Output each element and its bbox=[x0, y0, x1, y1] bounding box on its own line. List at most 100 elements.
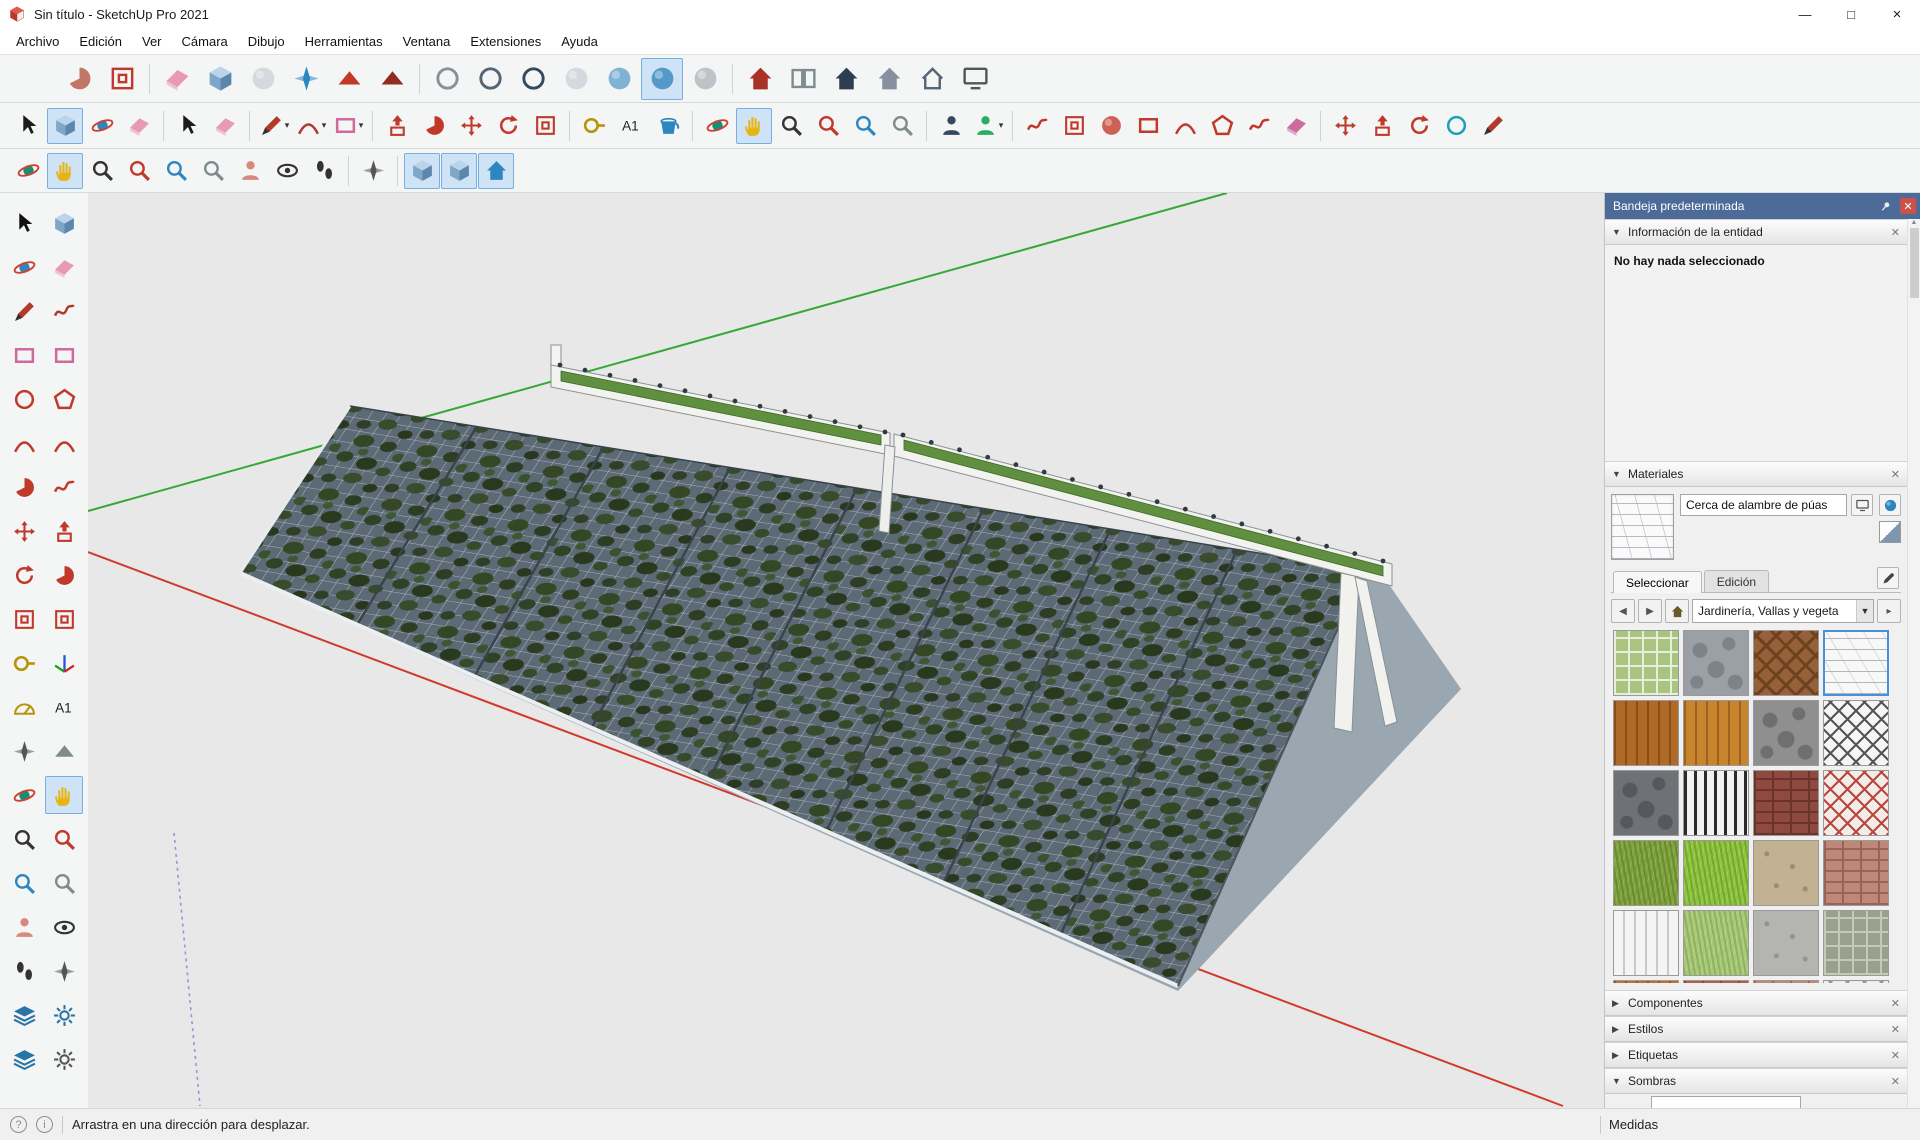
warehouse-tool[interactable] bbox=[739, 58, 781, 100]
lt-tape-measure-tool[interactable] bbox=[5, 644, 43, 682]
lt-polygon-tool[interactable] bbox=[45, 380, 83, 418]
text-tool[interactable] bbox=[613, 108, 649, 144]
material-swatch[interactable] bbox=[1753, 770, 1819, 836]
material-swatch[interactable] bbox=[1683, 770, 1749, 836]
lt-position-camera-tool[interactable] bbox=[5, 908, 43, 946]
material-swatch[interactable] bbox=[1683, 980, 1749, 983]
face-style-shaded-textures[interactable] bbox=[641, 58, 683, 100]
close-button[interactable]: × bbox=[1874, 0, 1920, 28]
material-swatch[interactable] bbox=[1613, 700, 1679, 766]
forward-button[interactable]: ▶ bbox=[1638, 599, 1662, 623]
pan-tool[interactable] bbox=[736, 108, 772, 144]
back-button[interactable]: ◀ bbox=[1611, 599, 1635, 623]
section-header-etiquetas[interactable]: ▶ Etiquetas ✕ bbox=[1605, 1042, 1907, 1068]
select-tool-2[interactable] bbox=[170, 108, 206, 144]
shape-tool[interactable]: ▾ bbox=[330, 108, 366, 144]
plugin-eraser-tool[interactable] bbox=[156, 58, 198, 100]
nav-zoom-extents-tool[interactable] bbox=[158, 153, 194, 189]
plugin-prism-tool[interactable] bbox=[199, 58, 241, 100]
collapse-arrow-icon[interactable]: ▼ bbox=[1612, 227, 1622, 237]
face-style-back-edges[interactable] bbox=[469, 58, 511, 100]
lt-axes-tool[interactable] bbox=[45, 644, 83, 682]
material-swatch[interactable] bbox=[1613, 980, 1679, 983]
nav-zoom-window-tool[interactable] bbox=[121, 153, 157, 189]
sandbox-scratch-tool[interactable] bbox=[1056, 108, 1092, 144]
material-swatch[interactable] bbox=[1683, 840, 1749, 906]
section-close-icon[interactable]: ✕ bbox=[1891, 1023, 1900, 1036]
expand-arrow-icon[interactable]: ▶ bbox=[1612, 998, 1622, 1009]
material-swatch[interactable] bbox=[1753, 840, 1819, 906]
lt-walk-tool[interactable] bbox=[5, 952, 43, 990]
face-style-xray[interactable] bbox=[426, 58, 468, 100]
material-swatch[interactable] bbox=[1823, 840, 1889, 906]
lt-zoom-extents-tool[interactable] bbox=[5, 864, 43, 902]
material-swatch[interactable] bbox=[1683, 630, 1749, 696]
section-close-icon[interactable]: ✕ bbox=[1891, 1075, 1900, 1088]
style-sphere-tool[interactable] bbox=[84, 108, 120, 144]
house-outline-tool[interactable] bbox=[911, 58, 953, 100]
arc-tool[interactable]: ▾ bbox=[293, 108, 329, 144]
nav-position-camera-tool[interactable] bbox=[232, 153, 268, 189]
material-swatch[interactable] bbox=[1613, 910, 1679, 976]
face-style-hidden-line[interactable] bbox=[555, 58, 597, 100]
lt-two-point-arc-tool[interactable] bbox=[45, 424, 83, 462]
menu-edición[interactable]: Edición bbox=[69, 30, 132, 53]
lt-eraser-tool[interactable] bbox=[45, 248, 83, 286]
collapse-arrow-icon[interactable]: ▼ bbox=[1612, 469, 1622, 479]
lt-pie-tool[interactable] bbox=[5, 468, 43, 506]
nav-pan-tool[interactable] bbox=[47, 153, 83, 189]
section-header-componentes[interactable]: ▶ Componentes ✕ bbox=[1605, 990, 1907, 1016]
dropdown-arrow-icon[interactable]: ▾ bbox=[999, 120, 1004, 131]
push-edge-tool[interactable] bbox=[1364, 108, 1400, 144]
chevron-down-icon[interactable]: ▼ bbox=[1856, 600, 1873, 622]
tab-edicion[interactable]: Edición bbox=[1704, 570, 1769, 592]
lt-orbit-tool[interactable] bbox=[5, 776, 43, 814]
menu-ver[interactable]: Ver bbox=[132, 30, 172, 53]
menu-archivo[interactable]: Archivo bbox=[6, 30, 69, 53]
lt-text-tool[interactable] bbox=[45, 688, 83, 726]
components-book-tool[interactable] bbox=[782, 58, 824, 100]
furniture-tool[interactable] bbox=[954, 58, 996, 100]
line-tool[interactable]: ▾ bbox=[256, 108, 292, 144]
section-close-icon[interactable]: ✕ bbox=[1891, 1049, 1900, 1062]
front-view-button[interactable] bbox=[478, 153, 514, 189]
lt-line-tool[interactable] bbox=[5, 292, 43, 330]
3d-viewport[interactable] bbox=[88, 193, 1604, 1108]
scroll-up-icon[interactable]: ▲ bbox=[1911, 219, 1918, 226]
menu-herramientas[interactable]: Herramientas bbox=[295, 30, 393, 53]
zoom-window-tool[interactable] bbox=[810, 108, 846, 144]
section-header-entity-info[interactable]: ▼ Información de la entidad ✕ bbox=[1605, 219, 1907, 245]
smoove-tool[interactable] bbox=[1093, 108, 1129, 144]
parallelogram-tool[interactable] bbox=[1278, 108, 1314, 144]
menu-ventana[interactable]: Ventana bbox=[393, 30, 461, 53]
material-swatch[interactable] bbox=[1823, 980, 1889, 983]
follow-me-tool[interactable] bbox=[416, 108, 452, 144]
material-swatch[interactable] bbox=[1823, 700, 1889, 766]
section-close-icon[interactable]: ✕ bbox=[1891, 226, 1900, 239]
sandbox-contours-tool[interactable] bbox=[1019, 108, 1055, 144]
top-view-button[interactable] bbox=[441, 153, 477, 189]
lt-move-tool[interactable] bbox=[5, 512, 43, 550]
section-close-icon[interactable]: ✕ bbox=[1891, 468, 1900, 481]
nav-previous-view-tool[interactable] bbox=[195, 153, 231, 189]
nav-look-around-tool[interactable] bbox=[269, 153, 305, 189]
material-swatch[interactable] bbox=[1823, 910, 1889, 976]
lt-circle-tool[interactable] bbox=[5, 380, 43, 418]
measurements-input[interactable] bbox=[1666, 1114, 1910, 1136]
material-swatch[interactable] bbox=[1753, 630, 1819, 696]
lt-rectangle-tool[interactable] bbox=[5, 336, 43, 374]
plugin-rose-tool[interactable] bbox=[58, 58, 100, 100]
axes-display-tool[interactable] bbox=[355, 153, 391, 189]
help-icon[interactable]: ? bbox=[10, 1116, 27, 1133]
section-header-estilos[interactable]: ▶ Estilos ✕ bbox=[1605, 1016, 1907, 1042]
dropdown-arrow-icon[interactable]: ▾ bbox=[359, 120, 364, 131]
material-swatch[interactable] bbox=[1683, 700, 1749, 766]
lt-section-plane-tool[interactable] bbox=[5, 996, 43, 1034]
lt-bezier-tool[interactable] bbox=[45, 468, 83, 506]
zoom-extents-tool[interactable] bbox=[847, 108, 883, 144]
orbit-tool[interactable] bbox=[699, 108, 735, 144]
torus-tool[interactable] bbox=[1438, 108, 1474, 144]
eraser-tool-2[interactable] bbox=[207, 108, 243, 144]
lt-follow-me-tool[interactable] bbox=[45, 556, 83, 594]
lt-style-sphere-tool[interactable] bbox=[5, 248, 43, 286]
